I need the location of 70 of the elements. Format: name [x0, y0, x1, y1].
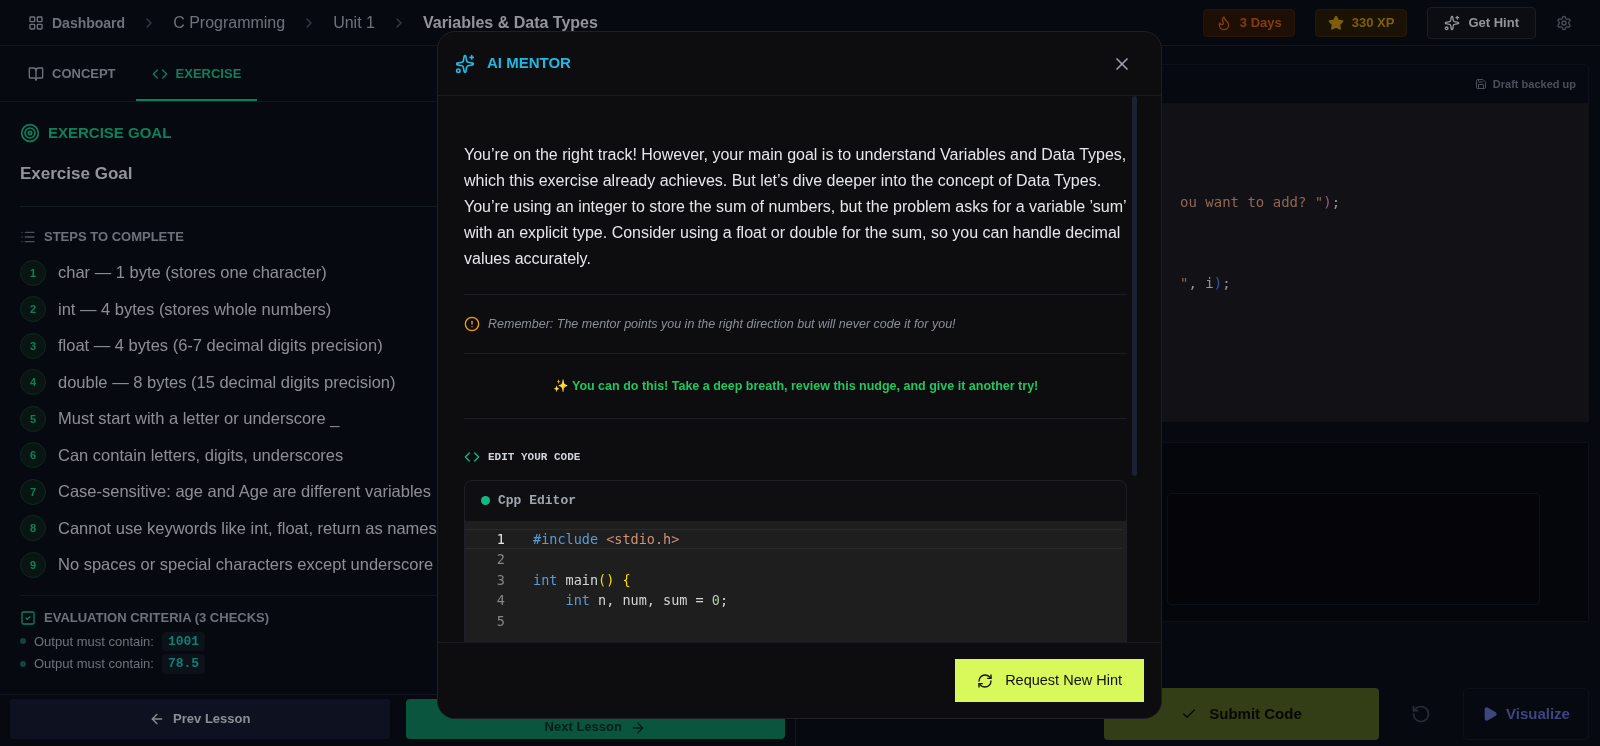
- section-heading: STEPS TO COMPLETE: [44, 228, 184, 246]
- draft-status: Draft backed up: [1474, 75, 1576, 93]
- step-number: 7: [20, 478, 46, 505]
- line-number: 1: [495, 529, 505, 549]
- play-icon: [1482, 706, 1499, 722]
- visualize-button[interactable]: Visualize: [1463, 688, 1589, 740]
- criterion-label: Output must contain:: [34, 655, 154, 673]
- request-hint-button[interactable]: Request New Hint: [955, 659, 1144, 702]
- sparkles-icon: [1444, 14, 1461, 31]
- step-text: int — 4 bytes (stores whole numbers): [58, 298, 332, 320]
- step-text: char — 1 byte (stores one character): [58, 262, 327, 284]
- section-heading: EXERCISE GOAL: [48, 123, 172, 143]
- line-number: 2: [495, 550, 505, 570]
- step-number: 9: [20, 551, 46, 578]
- step-text: double — 8 bytes (15 decimal digits precision): [58, 371, 396, 393]
- step-text: Cannot use keywords like int, float, return as names: [58, 517, 437, 539]
- streak-badge: 3 Days: [1202, 8, 1295, 37]
- code-line: ", i);: [1180, 274, 1232, 293]
- reset-icon[interactable]: [1411, 704, 1431, 724]
- get-hint-button[interactable]: Get Hint: [1427, 6, 1536, 39]
- section-heading: EVALUATION CRITERIA (3 CHECKS): [44, 609, 270, 627]
- criterion-value: 1001: [161, 631, 206, 651]
- step-text: No spaces or special characters except underscore: [58, 554, 434, 576]
- code-line: int n, num, sum = 0;: [564, 591, 729, 611]
- tab[interactable]: EXERCISE: [135, 49, 258, 101]
- section-heading: EDIT YOUR CODE: [488, 450, 581, 465]
- step-text: Case-sensitive: age and Age are different variables: [58, 481, 431, 503]
- criterion-value: 78.5: [161, 654, 206, 674]
- criterion-label: Output must contain:: [34, 632, 154, 651]
- step-text: float — 4 bytes (6-7 decimal digits precision): [58, 335, 383, 357]
- step-number: 6: [20, 442, 46, 469]
- code-line: #include <stdio.h>: [533, 529, 680, 549]
- step-number: 4: [20, 369, 46, 396]
- step-text: Must start with a letter or underscore _: [58, 408, 340, 430]
- bullet-icon: [20, 638, 26, 645]
- editor-title: Cpp Editor: [498, 491, 576, 510]
- checkbox-icon: [20, 609, 36, 626]
- reminder-note: Remember: The mentor points you in the right direction but will never code it for you!: [488, 315, 956, 333]
- mentor-message: You’re on the right track! However, your main goal is to understand Variables and Data Types, which this exercise already achieves. But let’s dive deeper into the concept of Data Types. You’re using an integer to store the sum of numbers, but the problem asks for a variable ’sum’ with an explicit type. Consider using a float or double for the sum, so you can handle decimal values accurately.: [464, 145, 1127, 269]
- grid-icon: [28, 14, 44, 31]
- step-number: 1: [20, 259, 46, 286]
- target-icon: [20, 123, 40, 144]
- step-number: 8: [20, 515, 46, 542]
- step-number: 2: [20, 296, 46, 323]
- step-text: Can contain letters, digits, underscores: [58, 444, 344, 466]
- settings-icon[interactable]: [1556, 14, 1572, 31]
- book-icon: [28, 66, 44, 82]
- breadcrumb-link[interactable]: Dashboard: [28, 12, 126, 33]
- code-line: int main() {: [533, 570, 631, 590]
- prev-lesson-button[interactable]: Prev Lesson: [10, 699, 390, 739]
- line-number: 5: [495, 611, 505, 631]
- line-number: 4: [495, 591, 505, 611]
- encouragement-text: ✨ You can do this! Take a deep breath, review this nudge, and give it another try!: [551, 377, 1040, 395]
- refresh-icon: [977, 672, 994, 689]
- step-number: 3: [20, 332, 46, 359]
- breadcrumb-link[interactable]: Unit 1: [333, 10, 375, 35]
- code-line: ou want to add? ");: [1180, 193, 1342, 212]
- save-icon: [1474, 78, 1487, 90]
- alert-icon: [464, 316, 480, 332]
- tab[interactable]: CONCEPT: [12, 49, 132, 101]
- xp-badge: 330 XP: [1314, 8, 1408, 37]
- goal-title: Exercise Goal: [20, 162, 133, 185]
- sparkles-icon: [455, 53, 475, 74]
- code-icon: [151, 66, 168, 82]
- breadcrumb-link[interactable]: C Programming: [173, 10, 286, 35]
- bullet-icon: [20, 660, 26, 667]
- line-number: 3: [495, 570, 505, 590]
- dialog-title: AI MENTOR: [487, 53, 571, 74]
- step-number: 5: [20, 405, 46, 432]
- breadcrumb-current: Variables & Data Types: [422, 12, 598, 33]
